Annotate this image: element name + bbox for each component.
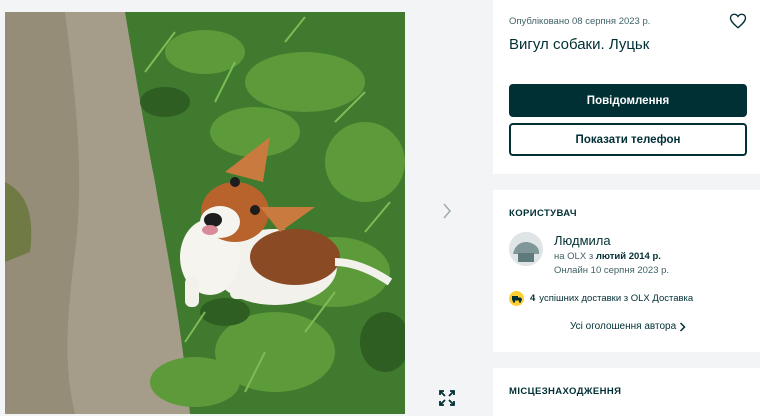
show-phone-button[interactable]: Показати телефон (509, 123, 747, 156)
location-card: МІСЦЕЗНАХОДЖЕННЯ (493, 368, 760, 416)
last-online: Онлайн 10 серпня 2023 р. (554, 265, 670, 276)
message-button[interactable]: Повідомлення (509, 84, 747, 117)
all-ads-link[interactable]: Усі оголошення автора (570, 321, 686, 332)
delivery-count: 4 (530, 293, 536, 304)
all-ads-label: Усі оголошення автора (570, 321, 677, 332)
delivery-text: успішних доставки з OLX Доставка (539, 293, 694, 304)
ad-summary-card: Опубліковано 08 серпня 2023 р. Вигул соб… (493, 0, 760, 174)
chevron-right-icon (680, 321, 686, 332)
user-card: КОРИСТУВАЧ Людмила на OLX з лютий 2014 р… (493, 190, 760, 352)
listing-photo[interactable] (5, 12, 405, 414)
ad-title: Вигул собаки. Луцьк (509, 36, 650, 53)
user-section-title: КОРИСТУВАЧ (509, 208, 577, 219)
expand-icon[interactable] (437, 388, 457, 408)
user-name[interactable]: Людмила (554, 233, 611, 248)
member-since-date: лютий 2014 р. (595, 251, 661, 262)
location-section-title: МІСЦЕЗНАХОДЖЕННЯ (509, 386, 622, 397)
chevron-right-icon[interactable] (438, 200, 456, 222)
photo-gallery (0, 0, 478, 416)
member-since-prefix: на OLX з (554, 251, 594, 262)
member-since: на OLX з лютий 2014 р. (554, 251, 661, 262)
delivery-truck-icon (509, 291, 524, 306)
avatar[interactable] (509, 232, 543, 266)
published-date: Опубліковано 08 серпня 2023 р. (509, 16, 651, 27)
heart-icon[interactable] (729, 12, 747, 30)
delivery-stats: 4 успішних доставки з OLX Доставка (509, 291, 693, 306)
